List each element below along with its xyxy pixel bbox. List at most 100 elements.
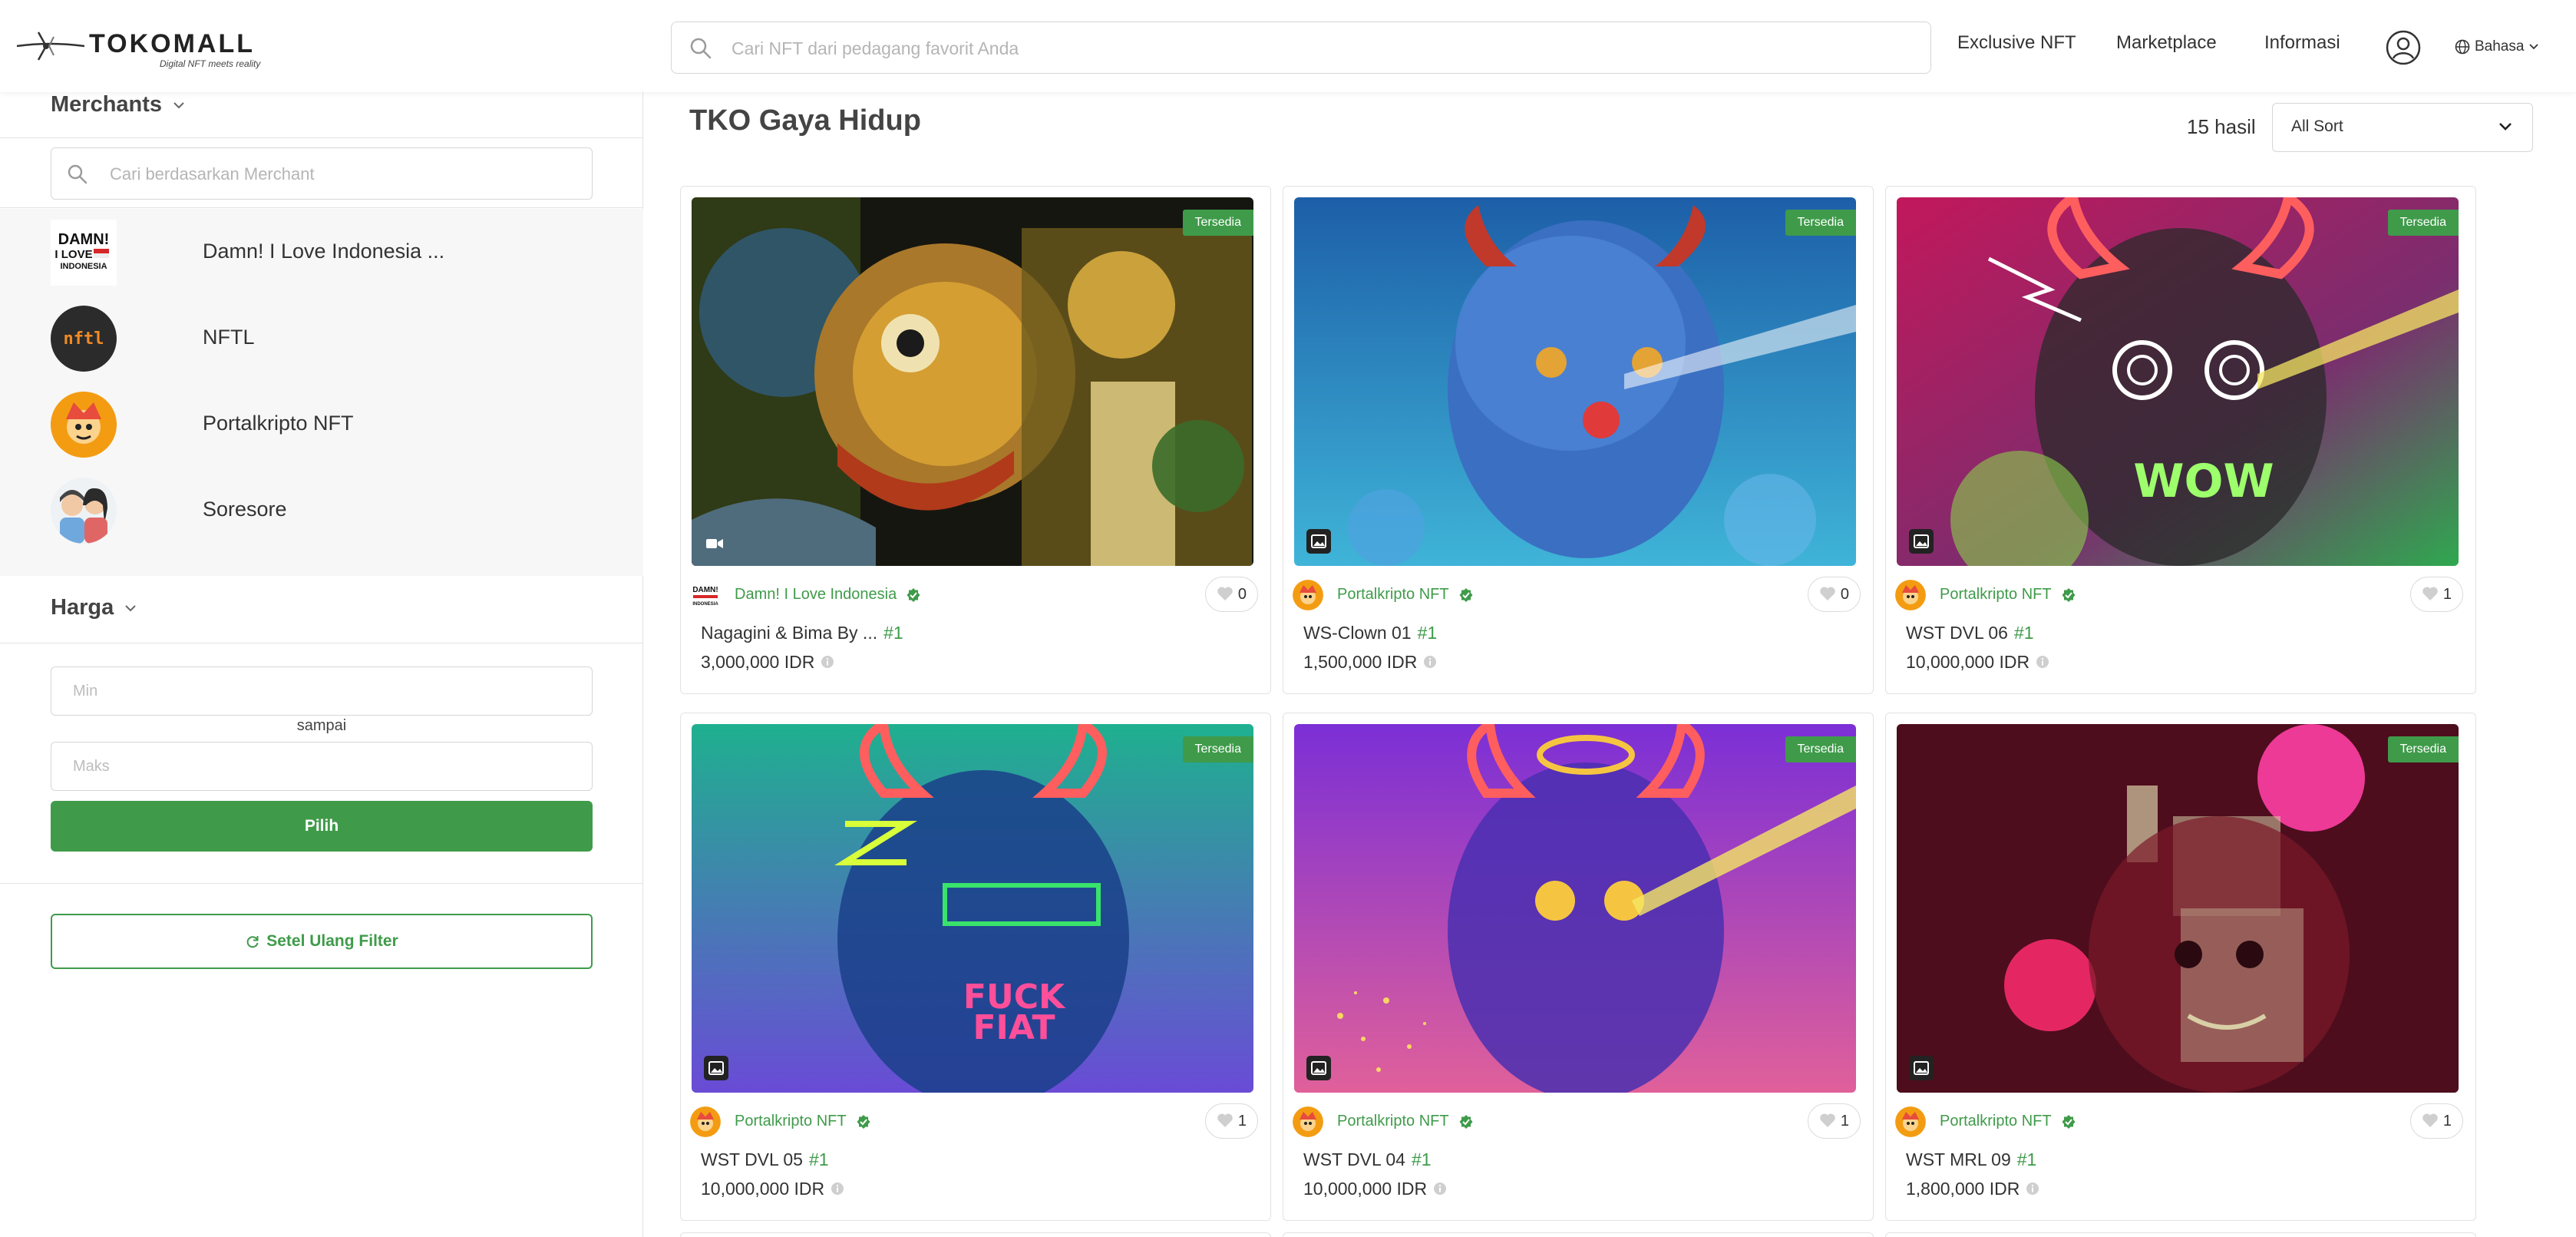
nav-exclusive-nft[interactable]: Exclusive NFT bbox=[1957, 32, 2076, 54]
max-price-input[interactable] bbox=[51, 742, 593, 791]
info-icon[interactable] bbox=[2026, 1182, 2039, 1196]
price-title: Harga bbox=[51, 595, 114, 620]
svg-text:INDONESIA: INDONESIA bbox=[60, 262, 107, 271]
merchant-link[interactable]: Portalkripto NFT bbox=[1940, 1113, 2076, 1130]
merchant-name: Portalkripto NFT bbox=[1940, 1113, 2052, 1130]
nft-title: WST DVL 05 bbox=[701, 1149, 803, 1169]
price-value: 1,800,000 IDR bbox=[1906, 1179, 2020, 1199]
nft-card[interactable]: Tersedia Portalkripto NFT 1 WST DVL 04 #1… bbox=[1283, 713, 1874, 1221]
card-meta-row: Portalkripto NFT 1 bbox=[1293, 1096, 1861, 1146]
nft-search-box[interactable] bbox=[671, 21, 1931, 74]
nft-card[interactable]: FUCK FIAT Tersedia Portalkripto NFT 1 WS… bbox=[680, 713, 1271, 1221]
edition-number: #1 bbox=[1417, 623, 1438, 643]
nft-artwork[interactable]: Tersedia bbox=[1294, 724, 1856, 1093]
nft-artwork[interactable]: Tersedia bbox=[692, 197, 1253, 566]
user-account-icon[interactable] bbox=[2385, 29, 2422, 66]
price-value: 10,000,000 IDR bbox=[1906, 652, 2030, 672]
damn-i-love-indonesia-avatar: DAMN! I LOVE INDONESIA bbox=[51, 220, 117, 286]
merchant-name: Damn! I Love Indonesia bbox=[735, 586, 897, 603]
nft-name[interactable]: WST DVL 04 #1 bbox=[1303, 1149, 1432, 1170]
availability-badge: Tersedia bbox=[2387, 210, 2459, 236]
edition-number: #1 bbox=[808, 1149, 829, 1169]
nft-artwork[interactable]: WOW Tersedia bbox=[1897, 197, 2459, 566]
merchant-avatar: DAMN! INDONESIA bbox=[690, 580, 721, 610]
chevron-down-icon bbox=[2529, 44, 2539, 50]
merchants-filter-toggle[interactable]: Merchants bbox=[51, 92, 185, 117]
merchant-link[interactable]: Portalkripto NFT bbox=[1337, 586, 1474, 604]
merchant-link[interactable]: Portalkripto NFT bbox=[1940, 586, 2076, 604]
svg-text:nftl: nftl bbox=[64, 329, 104, 349]
like-button[interactable]: 1 bbox=[1204, 1103, 1258, 1139]
merchant-item[interactable]: DAMN! I LOVE INDONESIA Damn! I Love Indo… bbox=[0, 209, 643, 295]
image-icon bbox=[1306, 1056, 1331, 1080]
heart-icon bbox=[1820, 587, 1835, 601]
like-button[interactable]: 1 bbox=[2409, 1103, 2463, 1139]
like-count: 1 bbox=[2442, 586, 2452, 603]
merchant-avatar bbox=[1895, 1106, 1926, 1137]
nft-name[interactable]: WST MRL 09 #1 bbox=[1906, 1149, 2036, 1170]
merchant-name: Soresore bbox=[203, 498, 287, 521]
like-button[interactable]: 0 bbox=[1807, 577, 1861, 612]
tokomall-logo[interactable]: TOKOMALL Digital NFT meets reality bbox=[15, 23, 269, 69]
info-icon[interactable] bbox=[1423, 655, 1437, 669]
nft-search-input[interactable] bbox=[732, 31, 1914, 65]
nft-price: 10,000,000 IDR bbox=[1906, 652, 2049, 673]
info-icon[interactable] bbox=[821, 655, 834, 669]
merchant-item[interactable]: Soresore bbox=[0, 467, 643, 553]
like-count: 1 bbox=[2442, 1113, 2452, 1130]
sort-dropdown[interactable]: All Sort bbox=[2272, 103, 2533, 152]
nft-name[interactable]: WST DVL 06 #1 bbox=[1906, 623, 2034, 643]
nft-price: 1,500,000 IDR bbox=[1303, 652, 1437, 673]
card-meta-row: Portalkripto NFT 1 bbox=[1895, 569, 2463, 620]
info-icon[interactable] bbox=[1433, 1182, 1447, 1196]
nft-card-partial bbox=[680, 1232, 1271, 1237]
nft-name[interactable]: WST DVL 05 #1 bbox=[701, 1149, 829, 1170]
availability-badge: Tersedia bbox=[1785, 736, 1856, 762]
merchant-link[interactable]: Portalkripto NFT bbox=[735, 1113, 871, 1130]
search-icon bbox=[68, 164, 88, 184]
reset-filter-label: Setel Ulang Filter bbox=[266, 932, 398, 950]
nft-artwork[interactable]: FUCK FIAT Tersedia bbox=[692, 724, 1253, 1093]
price-filter-toggle[interactable]: Harga bbox=[51, 595, 137, 620]
merchant-link[interactable]: Portalkripto NFT bbox=[1337, 1113, 1474, 1130]
language-selector[interactable]: Bahasa bbox=[2455, 38, 2539, 55]
min-price-input[interactable] bbox=[51, 666, 593, 716]
nft-artwork[interactable]: Tersedia bbox=[1294, 197, 1856, 566]
nft-title: WST DVL 04 bbox=[1303, 1149, 1405, 1169]
price-range-separator: sampai bbox=[296, 717, 347, 734]
merchant-item[interactable]: Portalkripto NFT bbox=[0, 381, 643, 467]
nft-card[interactable]: Tersedia DAMN! INDONESIA Damn! I Love In… bbox=[680, 186, 1271, 694]
merchant-name: Portalkripto NFT bbox=[1337, 1113, 1449, 1130]
verified-icon bbox=[2062, 1114, 2076, 1129]
merchant-link[interactable]: Damn! I Love Indonesia bbox=[735, 586, 921, 604]
nft-price: 10,000,000 IDR bbox=[701, 1179, 844, 1199]
nav-marketplace[interactable]: Marketplace bbox=[2116, 32, 2217, 54]
merchant-name: Portalkripto NFT bbox=[1940, 586, 2052, 603]
merchant-search-input[interactable] bbox=[110, 157, 570, 191]
merchant-name: NFTL bbox=[203, 326, 255, 349]
reset-filter-button[interactable]: Setel Ulang Filter bbox=[51, 914, 593, 969]
merchant-item[interactable]: nftl NFTL bbox=[0, 295, 643, 381]
verified-icon bbox=[907, 587, 920, 602]
search-icon bbox=[690, 38, 712, 59]
merchant-search-box[interactable] bbox=[51, 147, 593, 200]
nft-name[interactable]: WS-Clown 01 #1 bbox=[1303, 623, 1437, 643]
nft-card[interactable]: Tersedia Portalkripto NFT 0 WS-Clown 01 #… bbox=[1283, 186, 1874, 694]
svg-text:DAMN!: DAMN! bbox=[58, 231, 110, 248]
heart-icon bbox=[1217, 587, 1233, 601]
chevron-down-icon bbox=[173, 102, 184, 109]
nft-card[interactable]: Tersedia Portalkripto NFT 1 WST MRL 09 #1… bbox=[1885, 713, 2476, 1221]
info-icon[interactable] bbox=[831, 1182, 844, 1196]
apply-filter-button[interactable]: Pilih bbox=[51, 801, 593, 852]
divider bbox=[0, 883, 643, 884]
nft-card[interactable]: WOW Tersedia Portalkripto NFT 1 WST DVL … bbox=[1885, 186, 2476, 694]
refresh-icon bbox=[246, 936, 259, 948]
nft-artwork[interactable]: Tersedia bbox=[1897, 724, 2459, 1093]
nav-informasi[interactable]: Informasi bbox=[2264, 32, 2340, 54]
like-button[interactable]: 0 bbox=[1204, 577, 1258, 612]
info-icon[interactable] bbox=[2036, 655, 2049, 669]
nft-title: Nagagini & Bima By ... bbox=[701, 623, 878, 643]
like-button[interactable]: 1 bbox=[1807, 1103, 1861, 1139]
nft-name[interactable]: Nagagini & Bima By ... #1 bbox=[701, 623, 903, 643]
like-button[interactable]: 1 bbox=[2409, 577, 2463, 612]
